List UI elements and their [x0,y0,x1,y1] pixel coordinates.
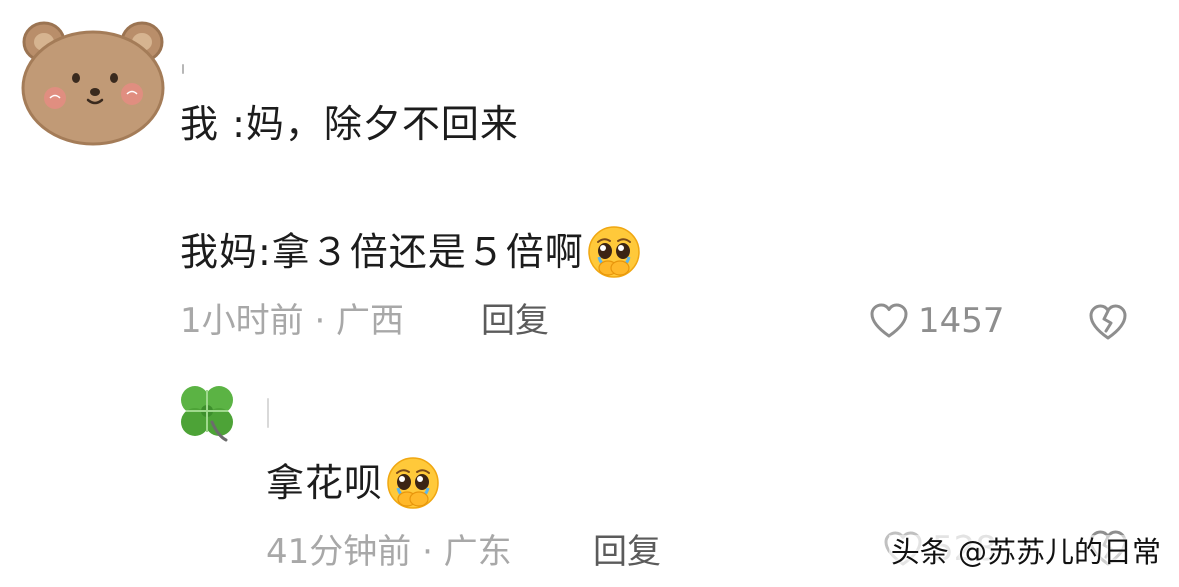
heart-outline-icon [868,300,910,342]
bear-avatar[interactable] [18,14,168,146]
watermark: 头条 @苏苏儿的日常 [888,535,1163,569]
like-button[interactable]: 1457 [868,300,1005,342]
username-placeholder[interactable] [267,398,269,428]
pleading-face-emoji-icon [586,224,642,280]
comment-text: 我妈:拿３倍还是５倍啊 [180,230,584,274]
comment-text-line: 我妈:拿３倍还是５倍啊 [180,224,642,280]
reply-button[interactable]: 回复 [481,301,549,341]
username-placeholder[interactable] [182,64,184,74]
comment-text-line: 拿花呗 [266,455,441,511]
comment-text-line: 我 :妈，除夕不回来 [180,100,519,148]
dislike-button[interactable] [1086,300,1130,344]
comment-text: 我 :妈，除夕不回来 [180,102,519,146]
clover-avatar[interactable] [172,378,242,444]
comment-time-location: 1小时前 · 广西 [180,301,405,341]
broken-heart-icon [1089,304,1127,340]
pleading-face-emoji-icon [385,455,441,511]
like-count: 1457 [918,301,1005,341]
comment-time-location: 41分钟前 · 广东 [266,532,512,572]
comment-text: 拿花呗 [266,461,384,505]
reply-button[interactable]: 回复 [593,532,661,572]
